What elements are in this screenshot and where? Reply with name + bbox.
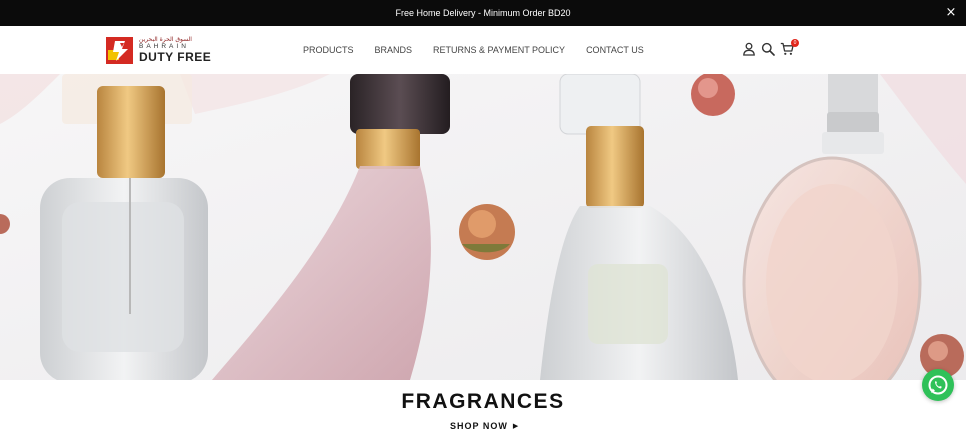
user-icon[interactable] (742, 42, 756, 56)
shop-now-link[interactable]: SHOP NOW ▶ (450, 421, 519, 431)
cart-count-badge: 0 (791, 39, 799, 47)
logo-mark-icon (106, 36, 133, 64)
nav-products[interactable]: PRODUCTS (303, 45, 354, 55)
whatsapp-chat-button[interactable] (922, 369, 954, 401)
logo-wordmark: السوق الحرة البحرين BAHRAIN DUTY FREE (139, 35, 212, 65)
nav-returns-payment-policy[interactable]: RETURNS & PAYMENT POLICY (433, 45, 565, 55)
hero-banner[interactable] (0, 74, 966, 380)
nav-contact-us[interactable]: CONTACT US (586, 45, 644, 55)
section-title: FRAGRANCES (401, 390, 565, 413)
close-icon[interactable]: × (944, 6, 958, 20)
nav-brands[interactable]: BRANDS (375, 45, 413, 55)
brand-logo[interactable]: السوق الحرة البحرين BAHRAIN DUTY FREE (106, 34, 211, 66)
announcement-text: Free Home Delivery - Minimum Order BD20 (395, 8, 571, 18)
header-icons: 0 (742, 39, 799, 56)
search-icon[interactable] (761, 42, 775, 56)
logo-line-duty-free: DUTY FREE (139, 50, 212, 65)
main-nav: PRODUCTS BRANDS RETURNS & PAYMENT POLICY… (303, 45, 665, 55)
site-header: السوق الحرة البحرين BAHRAIN DUTY FREE PR… (0, 26, 966, 74)
arrow-right-icon: ▶ (512, 423, 520, 430)
logo-arabic-text: السوق الحرة البحرين (139, 35, 192, 43)
announcement-bar: Free Home Delivery - Minimum Order BD20 … (0, 0, 966, 26)
whatsapp-icon (928, 375, 948, 395)
shop-now-label: SHOP NOW (450, 421, 508, 431)
cart-button[interactable]: 0 (780, 39, 799, 56)
perfume-bottles-image (0, 74, 966, 380)
